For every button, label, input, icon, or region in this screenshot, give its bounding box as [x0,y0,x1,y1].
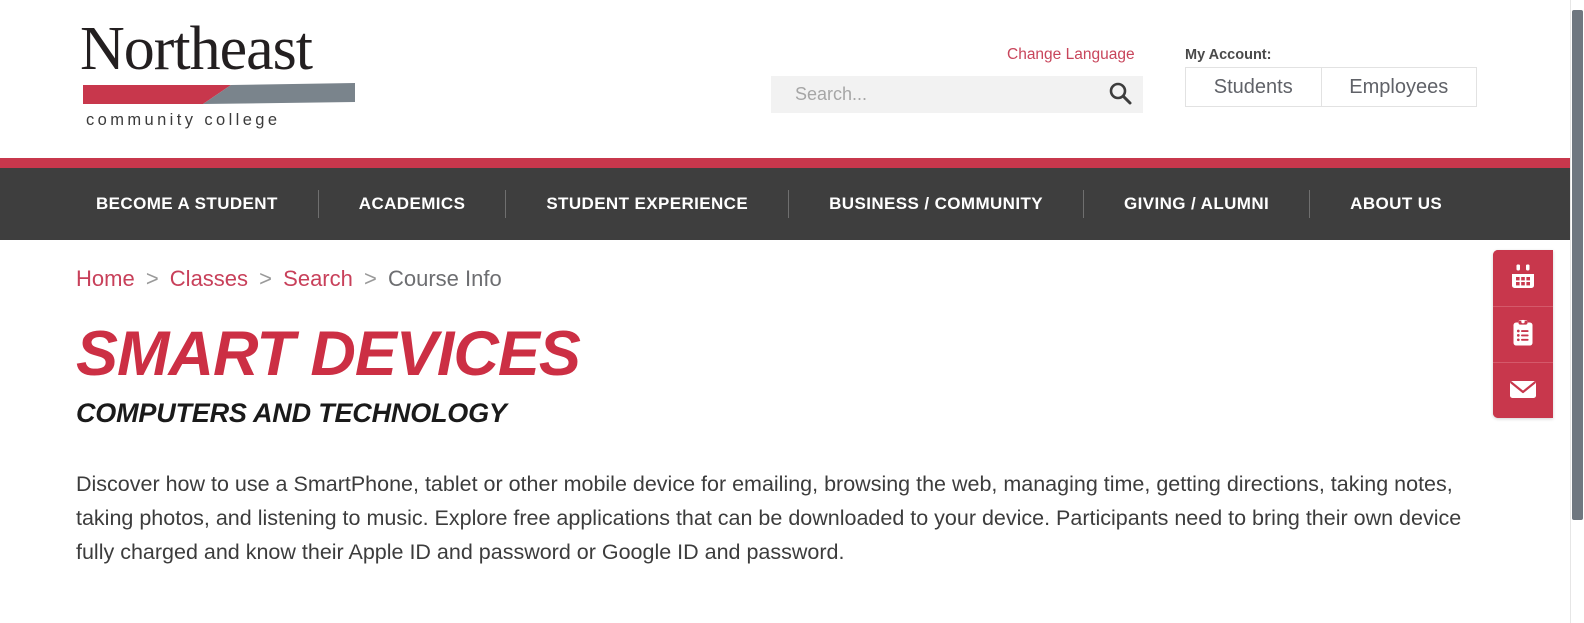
breadcrumb-link-home[interactable]: Home [76,266,135,291]
breadcrumb-current: Course Info [387,266,502,291]
logo-swoosh-icon [83,82,355,108]
rail-button-calendar[interactable] [1493,250,1553,306]
page-title: SMART DEVICES [76,319,581,389]
page-scrollbar-thumb[interactable] [1572,10,1583,520]
breadcrumb: Home > Classes > Search > Course Info [0,240,1570,292]
nav-divider [317,190,319,218]
nav-divider [788,190,790,218]
envelope-icon [1508,375,1538,406]
nav-divider [505,190,507,218]
rail-button-request-info[interactable] [1493,306,1553,362]
search-button[interactable] [1097,76,1143,113]
my-account: My Account: Students Employees [1185,47,1477,107]
page-root: Northeast community college Change Langu… [0,0,1584,623]
side-action-rail [1493,250,1553,418]
calendar-icon [1509,263,1537,294]
course-description: Discover how to use a SmartPhone, tablet… [76,472,1462,564]
nav-item-about-us[interactable]: ABOUT US [1350,194,1442,214]
rail-button-contact[interactable] [1493,362,1553,418]
search-input[interactable] [771,76,1097,113]
clipboard-list-icon [1509,319,1537,350]
nav-divider [1083,190,1085,218]
breadcrumb-separator: > [145,266,159,291]
page-subtitle: COMPUTERS AND TECHNOLOGY [76,398,507,428]
nav-divider [1309,190,1311,218]
breadcrumb-link-classes[interactable]: Classes [170,266,248,291]
account-tab-students[interactable]: Students [1186,68,1321,106]
change-language-link[interactable]: Change Language [1007,46,1135,64]
main-content: Home > Classes > Search > Course Info SM… [0,240,1570,569]
logo-wordmark: Northeast [80,15,313,83]
nav-item-business-community[interactable]: BUSINESS / COMMUNITY [829,194,1043,214]
breadcrumb-separator: > [259,266,273,291]
nav-item-giving-alumni[interactable]: GIVING / ALUMNI [1124,194,1269,214]
search-icon [1107,80,1133,109]
nav-item-become-a-student[interactable]: BECOME A STUDENT [96,194,278,214]
site-header: Northeast community college Change Langu… [0,0,1570,158]
site-logo[interactable]: Northeast community college [80,18,370,136]
breadcrumb-link-search[interactable]: Search [283,266,353,291]
main-navigation: BECOME A STUDENT ACADEMICS STUDENT EXPER… [0,168,1570,240]
search-box[interactable] [771,76,1143,113]
my-account-label: My Account: [1185,47,1272,63]
nav-item-academics[interactable]: ACADEMICS [359,194,466,214]
page-scrollbar-track[interactable] [1570,0,1584,623]
account-tab-employees[interactable]: Employees [1320,68,1477,106]
header-accent-rule [0,158,1570,168]
account-tab-group: Students Employees [1185,67,1477,107]
logo-tagline: community college [86,111,281,129]
nav-item-student-experience[interactable]: STUDENT EXPERIENCE [546,194,748,214]
breadcrumb-separator: > [364,266,377,291]
